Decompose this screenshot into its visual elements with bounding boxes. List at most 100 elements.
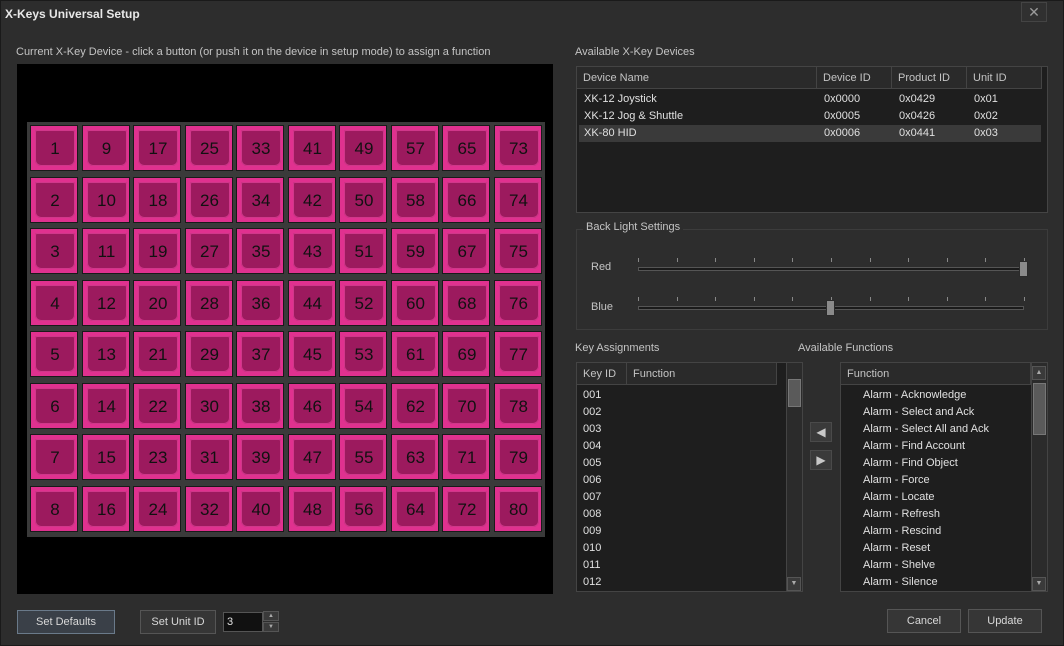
- key-button[interactable]: 24: [133, 485, 181, 532]
- set-unit-id-button[interactable]: Set Unit ID: [140, 610, 216, 634]
- key-button[interactable]: 5: [30, 331, 78, 377]
- key-button[interactable]: 22: [133, 382, 181, 429]
- key-button[interactable]: 46: [287, 382, 336, 429]
- key-button[interactable]: 74: [493, 176, 542, 223]
- key-button[interactable]: 40: [236, 485, 284, 532]
- key-button[interactable]: 68: [442, 279, 490, 326]
- function-row[interactable]: Alarm - Locate: [863, 489, 1028, 506]
- key-button[interactable]: 76: [493, 279, 542, 326]
- function-row[interactable]: Alarm - Select and Ack: [863, 404, 1028, 421]
- key-button[interactable]: 2: [30, 176, 78, 223]
- red-slider-track[interactable]: [638, 267, 1024, 271]
- device-row[interactable]: XK-12 Joystick 0x0000 0x0429 0x01: [579, 91, 1041, 108]
- key-assignment-row[interactable]: 010: [583, 540, 778, 557]
- col-device-id[interactable]: Device ID: [817, 67, 892, 89]
- key-button[interactable]: 9: [81, 125, 130, 171]
- key-button[interactable]: 49: [339, 125, 387, 171]
- scroll-thumb[interactable]: [788, 379, 801, 407]
- key-button[interactable]: 29: [184, 331, 233, 377]
- key-button[interactable]: 65: [442, 125, 490, 171]
- key-button[interactable]: 77: [493, 331, 542, 377]
- key-button[interactable]: 67: [442, 228, 490, 274]
- key-button[interactable]: 31: [184, 434, 233, 480]
- key-button[interactable]: 33: [236, 125, 284, 171]
- key-assignment-row[interactable]: 011: [583, 557, 778, 574]
- key-button[interactable]: 54: [339, 382, 387, 429]
- key-assignment-row[interactable]: 006: [583, 472, 778, 489]
- key-button[interactable]: 61: [390, 331, 439, 377]
- key-button[interactable]: 36: [236, 279, 284, 326]
- key-button[interactable]: 69: [442, 331, 490, 377]
- key-button[interactable]: 32: [184, 485, 233, 532]
- function-row[interactable]: Alarm - Shelve: [863, 557, 1028, 574]
- key-button[interactable]: 78: [493, 382, 542, 429]
- key-button[interactable]: 27: [184, 228, 233, 274]
- key-button[interactable]: 56: [339, 485, 387, 532]
- key-button[interactable]: 41: [287, 125, 336, 171]
- key-button[interactable]: 79: [493, 434, 542, 480]
- key-button[interactable]: 63: [390, 434, 439, 480]
- key-button[interactable]: 28: [184, 279, 233, 326]
- key-assignments-scrollbar[interactable]: ▼: [786, 363, 802, 591]
- key-button[interactable]: 62: [390, 382, 439, 429]
- col-function[interactable]: Function: [627, 363, 777, 385]
- key-button[interactable]: 57: [390, 125, 439, 171]
- col-function-name[interactable]: Function: [841, 363, 1031, 385]
- key-button[interactable]: 35: [236, 228, 284, 274]
- key-button[interactable]: 55: [339, 434, 387, 480]
- key-button[interactable]: 8: [30, 485, 78, 532]
- key-assignment-row[interactable]: 002: [583, 404, 778, 421]
- key-button[interactable]: 34: [236, 176, 284, 223]
- key-button[interactable]: 4: [30, 279, 78, 326]
- key-button[interactable]: 3: [30, 228, 78, 274]
- key-button[interactable]: 44: [287, 279, 336, 326]
- key-button[interactable]: 15: [81, 434, 130, 480]
- key-button[interactable]: 80: [493, 485, 542, 532]
- function-row[interactable]: Alarm - Acknowledge: [863, 387, 1028, 404]
- key-assignment-row[interactable]: 005: [583, 455, 778, 472]
- col-unit-id[interactable]: Unit ID: [967, 67, 1042, 89]
- key-button[interactable]: 6: [30, 382, 78, 429]
- key-button[interactable]: 7: [30, 434, 78, 480]
- key-button[interactable]: 43: [287, 228, 336, 274]
- key-assignment-row[interactable]: 008: [583, 506, 778, 523]
- function-row[interactable]: Alarm - Refresh: [863, 506, 1028, 523]
- key-button[interactable]: 16: [81, 485, 130, 532]
- function-row[interactable]: Alarm - Find Object: [863, 455, 1028, 472]
- key-button[interactable]: 60: [390, 279, 439, 326]
- function-row[interactable]: Alarm - Select All and Ack: [863, 421, 1028, 438]
- scroll-down-icon[interactable]: ▼: [787, 577, 801, 591]
- key-assignment-row[interactable]: 012: [583, 574, 778, 591]
- key-button[interactable]: 21: [133, 331, 181, 377]
- assign-left-button[interactable]: ◀: [810, 422, 832, 442]
- key-button[interactable]: 48: [287, 485, 336, 532]
- key-button[interactable]: 52: [339, 279, 387, 326]
- key-button[interactable]: 59: [390, 228, 439, 274]
- key-button[interactable]: 39: [236, 434, 284, 480]
- key-button[interactable]: 20: [133, 279, 181, 326]
- key-assignment-row[interactable]: 001: [583, 387, 778, 404]
- blue-slider-thumb[interactable]: [826, 300, 835, 316]
- spin-up-icon[interactable]: ▲: [263, 611, 279, 621]
- col-key-id[interactable]: Key ID: [577, 363, 627, 385]
- key-button[interactable]: 53: [339, 331, 387, 377]
- key-button[interactable]: 71: [442, 434, 490, 480]
- scroll-down-icon[interactable]: ▼: [1032, 577, 1046, 591]
- key-button[interactable]: 17: [133, 125, 181, 171]
- key-button[interactable]: 18: [133, 176, 181, 223]
- key-button[interactable]: 66: [442, 176, 490, 223]
- key-button[interactable]: 70: [442, 382, 490, 429]
- key-button[interactable]: 50: [339, 176, 387, 223]
- key-button[interactable]: 58: [390, 176, 439, 223]
- scroll-thumb[interactable]: [1033, 383, 1046, 435]
- col-product-id[interactable]: Product ID: [892, 67, 967, 89]
- key-button[interactable]: 12: [81, 279, 130, 326]
- key-button[interactable]: 26: [184, 176, 233, 223]
- key-button[interactable]: 30: [184, 382, 233, 429]
- red-slider-thumb[interactable]: [1019, 261, 1028, 277]
- function-row[interactable]: Alarm - Reset: [863, 540, 1028, 557]
- device-row[interactable]: XK-80 HID 0x0006 0x0441 0x03: [579, 125, 1041, 142]
- key-button[interactable]: 14: [81, 382, 130, 429]
- key-button[interactable]: 10: [81, 176, 130, 223]
- key-button[interactable]: 75: [493, 228, 542, 274]
